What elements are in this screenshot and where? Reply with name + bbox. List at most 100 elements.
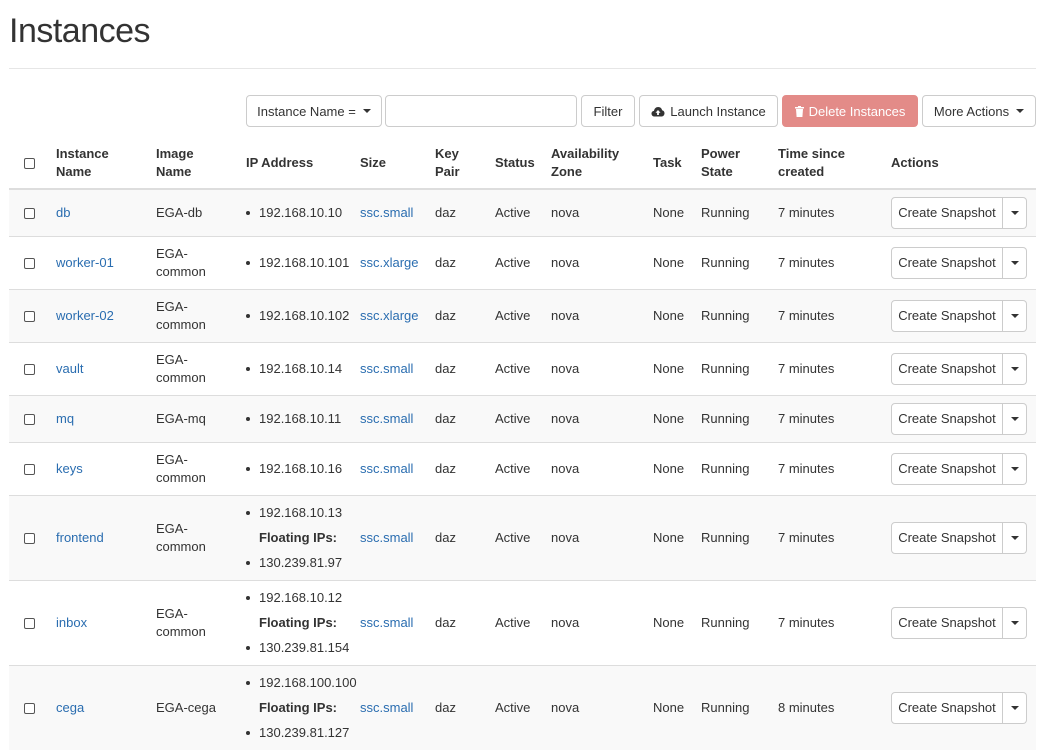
row-actions-dropdown-toggle[interactable] <box>1003 452 1027 485</box>
create-snapshot-button[interactable]: Create Snapshot <box>891 246 1003 279</box>
row-actions-dropdown-toggle[interactable] <box>1003 402 1027 435</box>
row-actions-dropdown-toggle[interactable] <box>1003 196 1027 229</box>
launch-instance-button[interactable]: Launch Instance <box>639 95 778 127</box>
task-cell: None <box>649 288 697 342</box>
header-status[interactable]: Status <box>491 137 547 190</box>
flavor-link[interactable]: ssc.small <box>360 530 413 545</box>
power-state-cell: Running <box>697 494 774 580</box>
table-row: worker-02 EGA-common 192.168.10.102 ssc.xla… <box>9 288 1036 342</box>
select-all-checkbox[interactable] <box>24 157 35 169</box>
instance-name-link[interactable]: db <box>56 205 70 220</box>
flavor-link[interactable]: ssc.small <box>360 615 413 630</box>
row-checkbox[interactable] <box>24 363 35 375</box>
header-size[interactable]: Size <box>356 137 431 190</box>
create-snapshot-button[interactable]: Create Snapshot <box>891 521 1003 554</box>
header-instance-name[interactable]: Instance Name <box>52 137 152 190</box>
header-key-pair[interactable]: Key Pair <box>431 137 491 190</box>
filter-button[interactable]: Filter <box>581 95 635 127</box>
actions-cell: Create Snapshot <box>887 494 1036 580</box>
instance-name-link[interactable]: cega <box>56 700 84 715</box>
trash-icon <box>794 105 804 117</box>
instance-name-link[interactable]: inbox <box>56 615 87 630</box>
header-ip-address[interactable]: IP Address <box>242 137 356 190</box>
time-since-created-cell: 7 minutes <box>774 441 887 495</box>
instance-name-link[interactable]: mq <box>56 411 74 426</box>
row-actions-dropdown-toggle[interactable] <box>1003 606 1027 639</box>
row-checkbox[interactable] <box>24 207 35 219</box>
header-time-since-created[interactable]: Time since created <box>774 137 887 190</box>
row-checkbox[interactable] <box>24 413 35 425</box>
flavor-link[interactable]: ssc.small <box>360 461 413 476</box>
ip-address-cell: 192.168.100.100 Floating IPs: 130.239.81.1… <box>242 664 357 750</box>
instance-name-link[interactable]: vault <box>56 361 83 376</box>
flavor-link[interactable]: ssc.small <box>360 205 413 220</box>
actions-cell: Create Snapshot <box>887 441 1036 495</box>
instance-name-link[interactable]: worker-02 <box>56 308 114 323</box>
create-snapshot-button[interactable]: Create Snapshot <box>891 196 1003 229</box>
availability-zone-cell: nova <box>547 235 649 289</box>
filter-input[interactable] <box>385 95 577 127</box>
image-name-cell: EGA-common <box>152 441 242 495</box>
availability-zone-cell: nova <box>547 188 649 236</box>
row-actions-dropdown-toggle[interactable] <box>1003 521 1027 554</box>
header-image-name[interactable]: Image Name <box>152 137 242 190</box>
row-checkbox[interactable] <box>24 463 35 475</box>
row-checkbox[interactable] <box>24 257 35 269</box>
row-select-cell <box>9 441 52 495</box>
instance-name-cell: worker-02 <box>52 288 152 342</box>
row-select-cell <box>9 664 52 750</box>
row-actions-dropdown-toggle[interactable] <box>1003 352 1027 385</box>
row-actions: Create Snapshot <box>891 452 1032 485</box>
table-toolbar: Instance Name = Filter Launch Instance D… <box>0 95 1044 129</box>
floating-ips-label: Floating IPs: <box>259 700 337 716</box>
floating-ip-address: 130.239.81.127 <box>246 720 352 745</box>
floating-ips-label: Floating IPs: <box>259 530 337 545</box>
create-snapshot-button[interactable]: Create Snapshot <box>891 691 1003 724</box>
instance-name-link[interactable]: keys <box>56 461 83 476</box>
row-actions-dropdown-toggle[interactable] <box>1003 691 1027 724</box>
task-cell: None <box>649 394 697 442</box>
create-snapshot-button[interactable]: Create Snapshot <box>891 402 1003 435</box>
create-snapshot-button[interactable]: Create Snapshot <box>891 606 1003 639</box>
image-name-cell: EGA-common <box>152 341 242 395</box>
row-actions-dropdown-toggle[interactable] <box>1003 299 1027 332</box>
delete-instances-button[interactable]: Delete Instances <box>782 95 918 127</box>
ip-list: 192.168.10.13 Floating IPs: 130.239.81.97 <box>246 500 352 575</box>
time-since-created-cell: 8 minutes <box>774 664 887 750</box>
actions-cell: Create Snapshot <box>887 579 1036 665</box>
row-checkbox[interactable] <box>24 617 35 629</box>
flavor-link[interactable]: ssc.small <box>360 700 413 715</box>
image-name-cell: EGA-common <box>152 579 242 665</box>
row-checkbox[interactable] <box>24 532 35 544</box>
create-snapshot-button[interactable]: Create Snapshot <box>891 299 1003 332</box>
key-pair-cell: daz <box>431 441 491 495</box>
flavor-link[interactable]: ssc.xlarge <box>360 255 419 270</box>
row-checkbox[interactable] <box>24 702 35 714</box>
time-since-created-cell: 7 minutes <box>774 288 887 342</box>
more-actions-button[interactable]: More Actions <box>922 95 1036 127</box>
status-cell: Active <box>491 341 547 395</box>
table-row: cega EGA-cega 192.168.100.100 Floating IPs:… <box>9 664 1036 750</box>
header-task[interactable]: Task <box>649 137 697 190</box>
key-pair-cell: daz <box>431 394 491 442</box>
ip-list: 192.168.10.101 <box>246 250 352 275</box>
header-power-state[interactable]: Power State <box>697 137 774 190</box>
floating-ip-address: 130.239.81.154 <box>246 635 352 660</box>
row-actions-dropdown-toggle[interactable] <box>1003 246 1027 279</box>
flavor-link[interactable]: ssc.xlarge <box>360 308 419 323</box>
create-snapshot-button[interactable]: Create Snapshot <box>891 452 1003 485</box>
ip-address-cell: 192.168.10.102 <box>242 288 356 342</box>
ip-list: 192.168.10.10 <box>246 200 352 225</box>
flavor-link[interactable]: ssc.small <box>360 411 413 426</box>
header-availability-zone[interactable]: Availability Zone <box>547 137 649 190</box>
key-pair-cell: daz <box>431 188 491 236</box>
status-cell: Active <box>491 394 547 442</box>
row-actions: Create Snapshot <box>891 691 1032 724</box>
instance-name-link[interactable]: frontend <box>56 530 104 545</box>
status-cell: Active <box>491 288 547 342</box>
flavor-link[interactable]: ssc.small <box>360 361 413 376</box>
instance-name-link[interactable]: worker-01 <box>56 255 114 270</box>
row-checkbox[interactable] <box>24 310 35 322</box>
filter-field-select[interactable]: Instance Name = <box>246 95 382 127</box>
create-snapshot-button[interactable]: Create Snapshot <box>891 352 1003 385</box>
